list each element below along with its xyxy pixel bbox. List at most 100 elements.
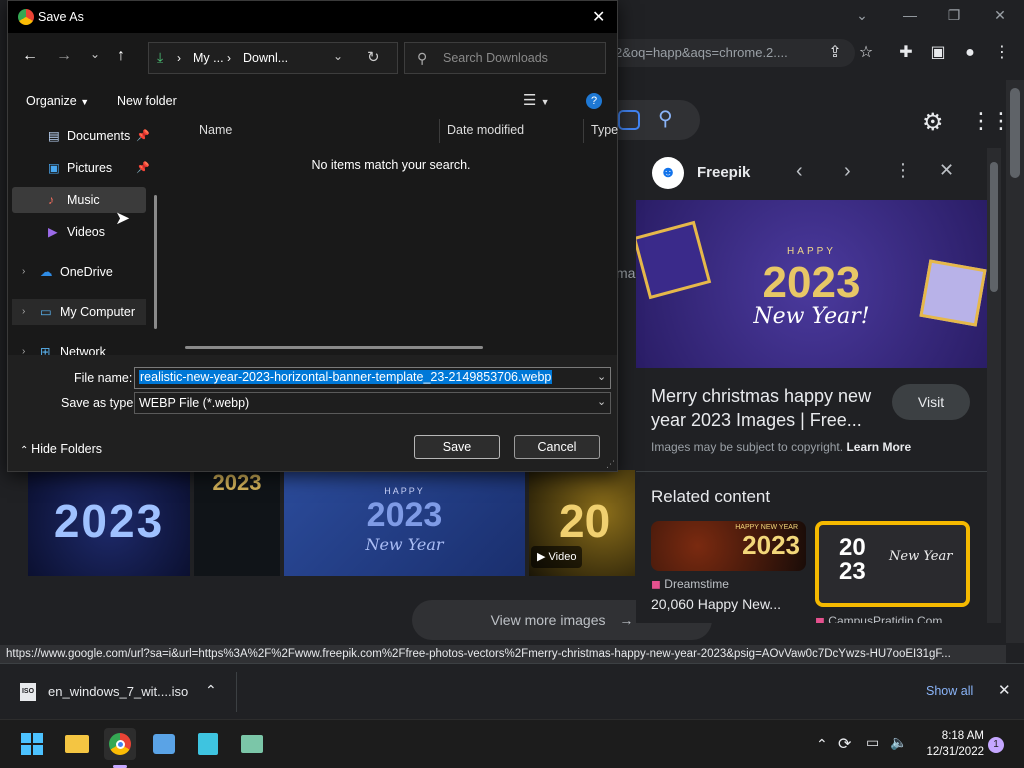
search-icon[interactable]: ⚲ bbox=[658, 106, 673, 131]
related-thumbnail[interactable]: HAPPY NEW YEAR 2023 bbox=[651, 521, 806, 571]
chevron-down-icon[interactable]: ⌄ bbox=[597, 395, 606, 408]
nav-item-label: Pictures bbox=[67, 161, 113, 175]
sync-icon[interactable]: ⟳ bbox=[838, 734, 851, 754]
network-tray-icon[interactable]: ▭ bbox=[866, 734, 879, 751]
close-window-button[interactable]: ✕ bbox=[978, 4, 1022, 26]
banner-happy: HAPPY bbox=[787, 246, 836, 257]
chevron-down-icon[interactable]: ⌄ bbox=[597, 370, 606, 383]
visit-button[interactable]: Visit bbox=[892, 384, 970, 420]
share-icon[interactable]: ⇪ bbox=[822, 40, 848, 66]
search-downloads-input[interactable]: ⚲ Search Downloads bbox=[404, 42, 606, 74]
app-icon[interactable] bbox=[236, 728, 268, 760]
file-name-value: realistic-new-year-2023-horizontal-banne… bbox=[139, 370, 553, 384]
thumbnail-happy: HAPPY bbox=[384, 486, 425, 496]
tray-chevron-up-icon[interactable]: ⌃ bbox=[816, 736, 828, 753]
clock-date[interactable]: 12/31/2022 bbox=[914, 746, 984, 758]
control-panel-icon[interactable] bbox=[148, 728, 180, 760]
dialog-titlebar[interactable]: Save As ✕ bbox=[8, 1, 617, 33]
nav-item-documents[interactable]: ▤ Documents 📌 bbox=[12, 123, 150, 149]
breadcrumb-separator-icon: › bbox=[227, 51, 231, 65]
image-thumbnail[interactable]: 2023 bbox=[194, 470, 280, 576]
chevron-down-icon[interactable]: ⌄ bbox=[840, 4, 884, 26]
recent-locations-chevron-icon[interactable]: ⌄ bbox=[90, 47, 100, 61]
bookmark-star-icon[interactable]: ☆ bbox=[853, 40, 879, 66]
up-arrow-icon[interactable]: ↑ bbox=[117, 47, 125, 65]
profile-icon[interactable]: ● bbox=[957, 40, 983, 66]
download-item-name[interactable]: en_windows_7_wit....iso bbox=[48, 684, 188, 699]
more-options-icon[interactable]: ⋮ bbox=[894, 160, 912, 181]
expand-chevron-icon[interactable]: › bbox=[22, 259, 25, 285]
panel-scrollbar[interactable] bbox=[987, 148, 1001, 623]
image-thumbnail[interactable]: 20 ▶ Video bbox=[529, 470, 635, 576]
organize-menu[interactable]: Organize ▼ bbox=[26, 94, 89, 108]
new-folder-button[interactable]: New folder bbox=[117, 94, 177, 108]
nav-item-network[interactable]: › ⊞ Network bbox=[12, 339, 146, 355]
start-windows-icon[interactable] bbox=[16, 728, 48, 760]
dialog-close-icon[interactable]: ✕ bbox=[592, 7, 605, 27]
pictures-icon: ▣ bbox=[48, 161, 60, 175]
empty-message: No items match your search. bbox=[311, 158, 471, 172]
result-title[interactable]: Merry christmas happy new year 2023 Imag… bbox=[651, 384, 881, 432]
app-icon[interactable] bbox=[192, 728, 224, 760]
related-title[interactable]: 20,060 Happy New... bbox=[651, 596, 781, 612]
learn-more-link[interactable]: Learn More bbox=[846, 440, 911, 454]
preview-header: ☻ Freepik ‹ › ⋮ ✕ bbox=[636, 148, 987, 198]
hide-folders-label: Hide Folders bbox=[31, 442, 103, 456]
column-header-date[interactable]: Date modified bbox=[447, 123, 524, 137]
file-name-input[interactable]: realistic-new-year-2023-horizontal-banne… bbox=[134, 367, 611, 389]
nav-item-pictures[interactable]: ▣ Pictures 📌 bbox=[12, 155, 150, 181]
close-shelf-icon[interactable]: ✕ bbox=[998, 681, 1011, 699]
image-thumbnail[interactable]: HAPPY 2023 New Year bbox=[284, 470, 525, 576]
preview-image[interactable]: HAPPY 2023 New Year! bbox=[636, 200, 987, 368]
forward-arrow-icon[interactable]: → bbox=[56, 47, 72, 65]
dreamstime-logo-icon: ◼ bbox=[651, 577, 665, 591]
page-scrollbar[interactable] bbox=[1006, 80, 1024, 643]
view-options-icon[interactable]: ☰ ▼ bbox=[523, 91, 550, 109]
refresh-icon[interactable]: ↻ bbox=[367, 48, 380, 66]
column-header-type[interactable]: Type bbox=[591, 123, 618, 137]
page-scroll-thumb[interactable] bbox=[1010, 88, 1020, 178]
breadcrumb-item[interactable]: My ... bbox=[193, 51, 224, 65]
help-icon[interactable]: ? bbox=[586, 93, 602, 109]
settings-gear-icon[interactable]: ⚙ bbox=[922, 108, 944, 137]
omnibox[interactable]: 2&oq=happ&aqs=chrome.2.... bbox=[605, 39, 855, 67]
image-thumbnail[interactable]: 2023 bbox=[28, 470, 190, 576]
restore-button[interactable]: ❐ bbox=[932, 4, 976, 26]
expand-chevron-icon[interactable]: › bbox=[22, 339, 25, 355]
breadcrumb-item[interactable]: Downl... bbox=[243, 51, 288, 65]
menu-icon[interactable]: ⋮ bbox=[989, 40, 1015, 66]
chevron-up-icon[interactable]: ⌃ bbox=[205, 682, 217, 699]
next-arrow-icon[interactable]: › bbox=[844, 160, 851, 183]
horizontal-scrollbar[interactable] bbox=[185, 346, 483, 349]
nav-item-my-computer[interactable]: › ▭ My Computer bbox=[12, 299, 146, 325]
volume-icon[interactable]: 🔈 bbox=[890, 734, 907, 751]
clock-time[interactable]: 8:18 AM bbox=[914, 730, 984, 742]
lens-icon[interactable] bbox=[618, 110, 640, 130]
column-header-name[interactable]: Name bbox=[199, 123, 232, 137]
back-arrow-icon[interactable]: ← bbox=[22, 47, 38, 65]
address-bar[interactable]: ⤓ › My ... › Downl... ⌄ ↻ bbox=[148, 42, 398, 74]
extensions-icon[interactable]: ✚ bbox=[893, 40, 919, 66]
close-icon[interactable]: ✕ bbox=[939, 160, 954, 181]
related-thumbnail[interactable]: 20 23 New Year bbox=[815, 521, 970, 607]
save-as-type-select[interactable]: WEBP File (*.webp) ⌄ bbox=[134, 392, 611, 414]
cancel-button[interactable]: Cancel bbox=[514, 435, 600, 459]
nav-item-onedrive[interactable]: › ☁ OneDrive bbox=[12, 259, 146, 285]
save-button[interactable]: Save bbox=[414, 435, 500, 459]
chrome-app-icon[interactable] bbox=[104, 728, 136, 760]
notification-badge[interactable]: 1 bbox=[988, 737, 1004, 753]
previous-arrow-icon[interactable]: ‹ bbox=[796, 160, 803, 183]
nav-item-label: OneDrive bbox=[60, 265, 113, 279]
address-dropdown-icon[interactable]: ⌄ bbox=[333, 49, 343, 63]
minimize-button[interactable]: — bbox=[888, 4, 932, 26]
side-panel-icon[interactable]: ▣ bbox=[925, 40, 951, 66]
show-all-button[interactable]: Show all bbox=[926, 684, 973, 698]
search-placeholder: Search Downloads bbox=[443, 51, 548, 65]
hide-folders-button[interactable]: ⌃ Hide Folders bbox=[20, 442, 102, 456]
navpane-scrollbar[interactable] bbox=[154, 195, 157, 329]
file-explorer-icon[interactable] bbox=[61, 728, 93, 760]
expand-chevron-icon[interactable]: › bbox=[22, 299, 25, 325]
related-thumb-bottom: 23 bbox=[839, 558, 866, 585]
panel-scroll-thumb[interactable] bbox=[990, 162, 998, 292]
resize-grip-icon[interactable]: ⋰ bbox=[606, 459, 615, 470]
